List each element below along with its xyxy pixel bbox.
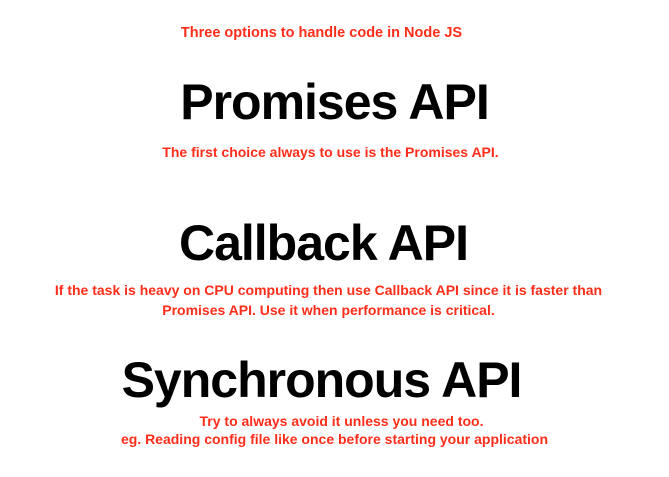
callback-api-note-line-1: If the task is heavy on CPU computing th… (54, 282, 603, 298)
synchronous-api-note-line-2: eg. Reading config file like once before… (120, 431, 549, 447)
synchronous-api-heading: Synchronous API (121, 352, 523, 408)
intro-text: Three options to handle code in Node JS (180, 25, 463, 41)
promises-api-note: The first choice always to use is the Pr… (162, 144, 499, 160)
callback-api-note-line-2: Promises API. Use it when performance is… (162, 302, 495, 318)
callback-api-heading: Callback API (178, 215, 469, 271)
synchronous-api-note-line-1: Try to always avoid it unless you need t… (199, 413, 484, 429)
promises-api-heading: Promises API (180, 74, 490, 130)
